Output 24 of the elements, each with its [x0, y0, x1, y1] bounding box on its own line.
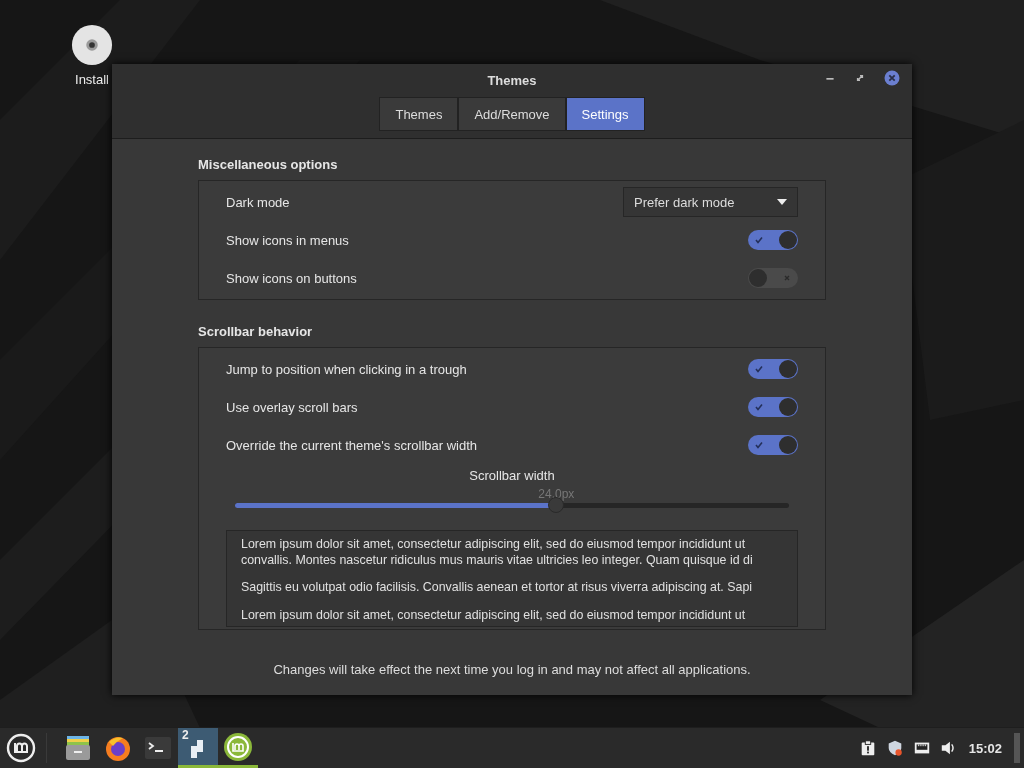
setting-label: Jump to position when clicking in a trough — [226, 361, 467, 377]
setting-label: Show icons on buttons — [226, 270, 357, 286]
dropdown[interactable]: Prefer dark mode — [623, 187, 798, 217]
preview-text: Lorem ipsum dolor sit amet, consectetur adipiscing elit, sed do eiusmod tempor incididunt ut — [241, 607, 747, 623]
preview-text: Sagittis eu volutpat odio facilisis. Convallis aenean et tortor at risus viverra adipiscing at. Sapi — [241, 580, 754, 596]
preview-text: convallis. Montes nascetur ridiculus mus mauris vitae ultricies leo integer. Quam quisque id di — [241, 552, 754, 568]
preview-text: Lorem ipsum dolor sit amet, consectetur adipiscing elit, sed do eiusmod tempor incididunt ut — [241, 537, 747, 553]
slider-label: Scrollbar width — [469, 468, 555, 483]
slider-value: 24.0px — [538, 487, 575, 501]
setting-label: Show icons in menus — [226, 232, 349, 248]
workspace-number: 2 — [182, 728, 189, 742]
section-title: Miscellaneous options — [198, 157, 339, 172]
tab[interactable]: Add/Remove — [458, 97, 566, 131]
footer-note: Changes will take effect the next time you log in and may not affect all applications. — [272, 662, 752, 677]
taskbar-app[interactable]: 2 — [178, 728, 218, 768]
section-title: Scrollbar behavior — [198, 324, 314, 339]
setting-label: Use overlay scroll bars — [226, 399, 358, 415]
setting-label: Override the current theme's scrollbar width — [226, 437, 478, 453]
tab[interactable]: Settings — [565, 97, 645, 131]
desktop-icon-label[interactable]: Install — [75, 72, 109, 87]
tab[interactable]: Themes — [379, 97, 459, 131]
setting-label: Dark mode — [226, 194, 290, 210]
window-title: Themes — [487, 72, 537, 88]
clock[interactable]: 15:02 — [968, 740, 1002, 756]
